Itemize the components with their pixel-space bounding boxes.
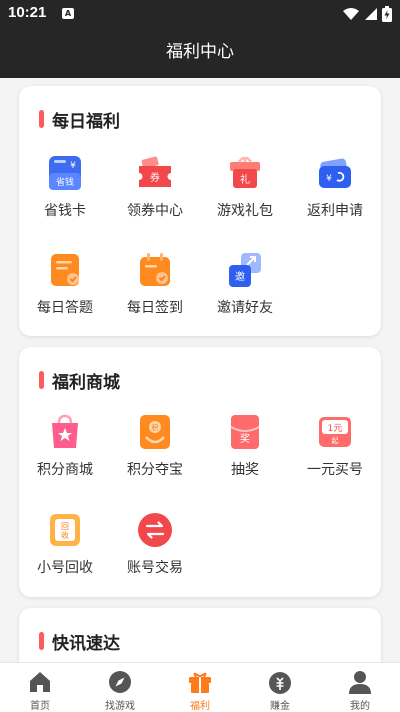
tab-earn-money[interactable]: 赚金: [240, 663, 320, 712]
gift-icon: [189, 672, 211, 693]
trade-icon: [138, 513, 172, 547]
section-title-news: 快讯速达: [39, 630, 120, 654]
gift-pack-icon: 礼: [230, 156, 260, 188]
section-title-daily: 每日福利: [39, 108, 120, 132]
svg-text:回: 回: [61, 522, 69, 531]
tab-welfare[interactable]: 福利: [160, 663, 240, 712]
treasure-icon: 积: [140, 415, 170, 449]
tab-profile[interactable]: 我的: [320, 663, 400, 712]
one-yuan-buy-button[interactable]: 1元 起 一元买号: [290, 413, 380, 493]
coupon-center-button[interactable]: 券 领券中心: [110, 154, 200, 234]
status-bar: 10:21 A: [0, 0, 400, 28]
section-bar: [39, 371, 44, 389]
invite-icon: 邀: [229, 253, 261, 287]
check-in-icon: [140, 253, 170, 286]
daily-benefits-card: 每日福利 ¥ 省钱 省钱卡 券 领券中心 礼 游戏礼包 ¥ 返利申请 每日答题 …: [19, 86, 381, 336]
item-label: 返利申请: [307, 203, 363, 219]
daily-check-in-button[interactable]: 每日签到: [110, 251, 200, 331]
lottery-icon: 奖: [230, 415, 260, 449]
item-label: 游戏礼包: [217, 203, 273, 219]
svg-text:邀: 邀: [235, 270, 245, 283]
game-gift-pack-button[interactable]: 礼 游戏礼包: [200, 154, 290, 234]
bottom-tab-bar: 首页 找游戏 福利 赚金 我的: [0, 662, 400, 712]
rebate-apply-button[interactable]: ¥ 返利申请: [290, 154, 380, 234]
item-label: 小号回收: [37, 560, 93, 576]
system-icons: [342, 5, 392, 23]
signal-icon: [365, 8, 377, 20]
svg-text:¥: ¥: [326, 174, 332, 184]
section-bar: [39, 110, 44, 128]
benefits-mall-card: 福利商城 积分商城 积 积分夺宝 奖 抽奖 1元 起 一元买号 回 收 小号回收…: [19, 347, 381, 597]
daily-quiz-icon: [51, 254, 79, 286]
section-bar: [39, 632, 44, 650]
points-mall-icon: [52, 414, 78, 448]
notification-icon: A: [62, 8, 74, 19]
one-yuan-icon: 1元 起: [319, 417, 351, 447]
tab-home[interactable]: 首页: [0, 663, 80, 712]
item-label: 积分商城: [37, 462, 93, 478]
svg-text:收: 收: [61, 530, 69, 540]
points-mall-button[interactable]: 积分商城: [20, 413, 110, 493]
svg-text:奖: 奖: [240, 432, 250, 445]
svg-text:礼: 礼: [240, 173, 250, 186]
item-label: 账号交易: [127, 560, 183, 576]
wifi-icon: [343, 8, 359, 20]
profile-icon: [349, 671, 371, 694]
money-bag-icon: [269, 672, 291, 694]
item-label: 每日签到: [127, 300, 183, 316]
svg-text:省钱: 省钱: [56, 176, 74, 188]
lottery-button[interactable]: 奖 抽奖: [200, 413, 290, 493]
svg-text:1元: 1元: [328, 424, 343, 434]
item-label: 积分夺宝: [127, 462, 183, 478]
savings-card-icon: ¥ 省钱: [49, 156, 81, 190]
savings-card-button[interactable]: ¥ 省钱 省钱卡: [20, 154, 110, 234]
daily-quiz-button[interactable]: 每日答题: [20, 251, 110, 331]
section-title-mall: 福利商城: [39, 369, 120, 393]
recycle-icon: 回 收: [50, 514, 80, 546]
svg-text:券: 券: [150, 171, 160, 184]
account-trade-button[interactable]: 账号交易: [110, 511, 200, 591]
svg-text:起: 起: [332, 437, 339, 445]
item-label: 一元买号: [307, 462, 363, 478]
item-label: 领券中心: [127, 203, 183, 219]
item-label: 邀请好友: [217, 300, 273, 316]
account-recycle-button[interactable]: 回 收 小号回收: [20, 511, 110, 591]
compass-icon: [109, 671, 131, 693]
item-label: 每日答题: [37, 300, 93, 316]
invite-friends-button[interactable]: 邀 邀请好友: [200, 251, 290, 331]
item-label: 抽奖: [231, 462, 259, 478]
tab-find-games[interactable]: 找游戏: [80, 663, 160, 712]
status-time: 10:21: [8, 4, 47, 21]
home-icon: [30, 672, 50, 692]
svg-text:¥: ¥: [70, 161, 76, 171]
page-title: 福利中心: [0, 28, 400, 78]
points-treasure-button[interactable]: 积 积分夺宝: [110, 413, 200, 493]
svg-text:积: 积: [152, 423, 159, 432]
item-label: 省钱卡: [44, 203, 86, 219]
battery-icon: [382, 6, 392, 22]
rebate-icon: ¥: [319, 158, 351, 188]
coupon-icon: 券: [139, 156, 171, 187]
